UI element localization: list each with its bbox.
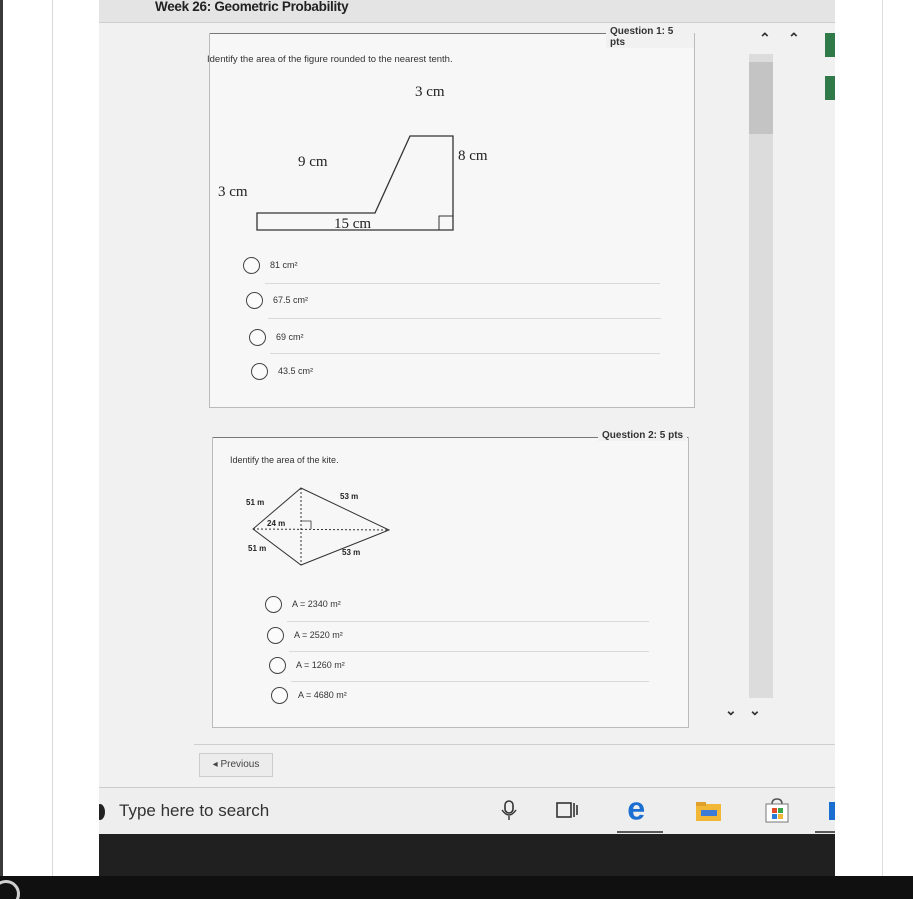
scrollbar-thumb[interactable] [749,62,773,134]
kite-label-lower-left: 51 m [248,544,266,553]
answer-label: 43.5 cm² [278,366,314,376]
answer-option[interactable]: 67.5 cm² [246,292,666,310]
answer-label: 81 cm² [270,260,298,270]
answer-option[interactable]: A = 2340 m² [265,596,645,614]
windows-taskbar: Type here to search e [99,787,835,834]
photo-bottom-background [0,876,913,899]
task-view-icon[interactable] [555,798,579,824]
divider [270,353,660,354]
divider [289,651,649,652]
kite-diagram: 51 m 53 m 24 m 51 m 53 m [246,487,391,566]
answer-label: A = 2340 m² [292,599,341,609]
store-icon[interactable] [761,798,789,824]
question-1-card: Question 1: 5 pts Identify the area of t… [207,26,695,408]
radio-button[interactable] [249,329,266,346]
right-angle-marker [438,215,453,230]
radio-button[interactable] [269,657,286,674]
svg-text:e: e [627,794,645,824]
background-text-fragment [36,883,50,899]
file-explorer-icon[interactable] [693,798,721,824]
answer-option[interactable]: A = 1260 m² [269,657,649,675]
answer-option[interactable]: 69 cm² [249,329,669,347]
answer-label: A = 2520 m² [294,630,343,640]
answer-label: A = 4680 m² [298,690,347,700]
microphone-icon[interactable] [497,798,521,824]
scroll-up-arrow-icon[interactable]: ⌃ [788,30,800,47]
green-tab-icon[interactable] [825,33,835,57]
question-points: Question 2: 5 pts [598,430,688,441]
active-indicator [617,831,663,833]
composite-figure-diagram: 3 cm 9 cm 8 cm 3 cm 15 cm [218,84,488,232]
photo-right-margin [882,0,913,899]
radio-button[interactable] [271,687,288,704]
figure-label-right: 8 cm [458,148,488,164]
divider [287,621,649,622]
radio-button[interactable] [267,627,284,644]
taskbar-search-input[interactable]: Type here to search [119,801,269,821]
figure-label-upper-left: 9 cm [298,154,328,170]
divider [268,318,661,319]
radio-button[interactable] [246,292,263,309]
radio-button[interactable] [251,363,268,380]
figure-label-left: 3 cm [218,184,248,200]
monitor: Week 26: Geometric Probability Question … [99,0,835,876]
kite-label-upper-left: 51 m [246,498,264,507]
answer-label: 67.5 cm² [273,295,309,305]
divider [265,283,660,284]
answer-option[interactable]: A = 4680 m² [271,687,651,705]
answer-option[interactable]: 81 cm² [243,257,663,275]
figure-label-bottom: 15 cm [334,216,371,232]
question-prompt: Identify the area of the figure rounded … [207,54,453,65]
figure-label-top: 3 cm [415,84,445,100]
radio-button[interactable] [265,596,282,613]
background-circle-icon [0,880,20,899]
radio-button[interactable] [243,257,260,274]
kite-horizontal-diagonal [252,528,390,531]
scroll-up-arrow-icon[interactable]: ⌃ [759,30,771,47]
app-icon[interactable] [829,802,835,820]
previous-button[interactable]: ◂ Previous [199,753,273,777]
scroll-down-arrow-icon[interactable]: ⌄ [725,702,737,719]
kite-label-middle: 24 m [267,519,285,528]
kite-label-upper-right: 53 m [340,492,358,501]
question-prompt: Identify the area of the kite. [230,455,339,465]
green-tab-icon[interactable] [825,76,835,100]
right-angle-marker [301,520,312,529]
active-indicator [815,831,835,833]
question-points: Question 1: 5 pts [606,26,694,48]
divider [291,681,649,682]
scroll-down-arrow-icon[interactable]: ⌄ [749,702,761,719]
page-title: Week 26: Geometric Probability [155,0,349,14]
edge-browser-icon[interactable]: e [625,794,655,824]
scrollbar-track[interactable] [749,54,773,698]
search-circle-icon [99,804,105,820]
kite-label-lower-right: 53 m [342,548,360,557]
answer-option[interactable]: A = 2520 m² [267,627,647,645]
photo-left-edge [0,0,3,899]
page-header: Week 26: Geometric Probability [99,0,835,23]
answer-label: A = 1260 m² [296,660,345,670]
answer-option[interactable]: 43.5 cm² [251,363,671,381]
photo-left-margin [0,0,53,899]
answer-label: 69 cm² [276,332,304,342]
footer-divider [194,744,835,745]
quiz-screen: Week 26: Geometric Probability Question … [99,0,835,787]
question-2-card: Question 2: 5 pts Identify the area of t… [212,430,689,728]
